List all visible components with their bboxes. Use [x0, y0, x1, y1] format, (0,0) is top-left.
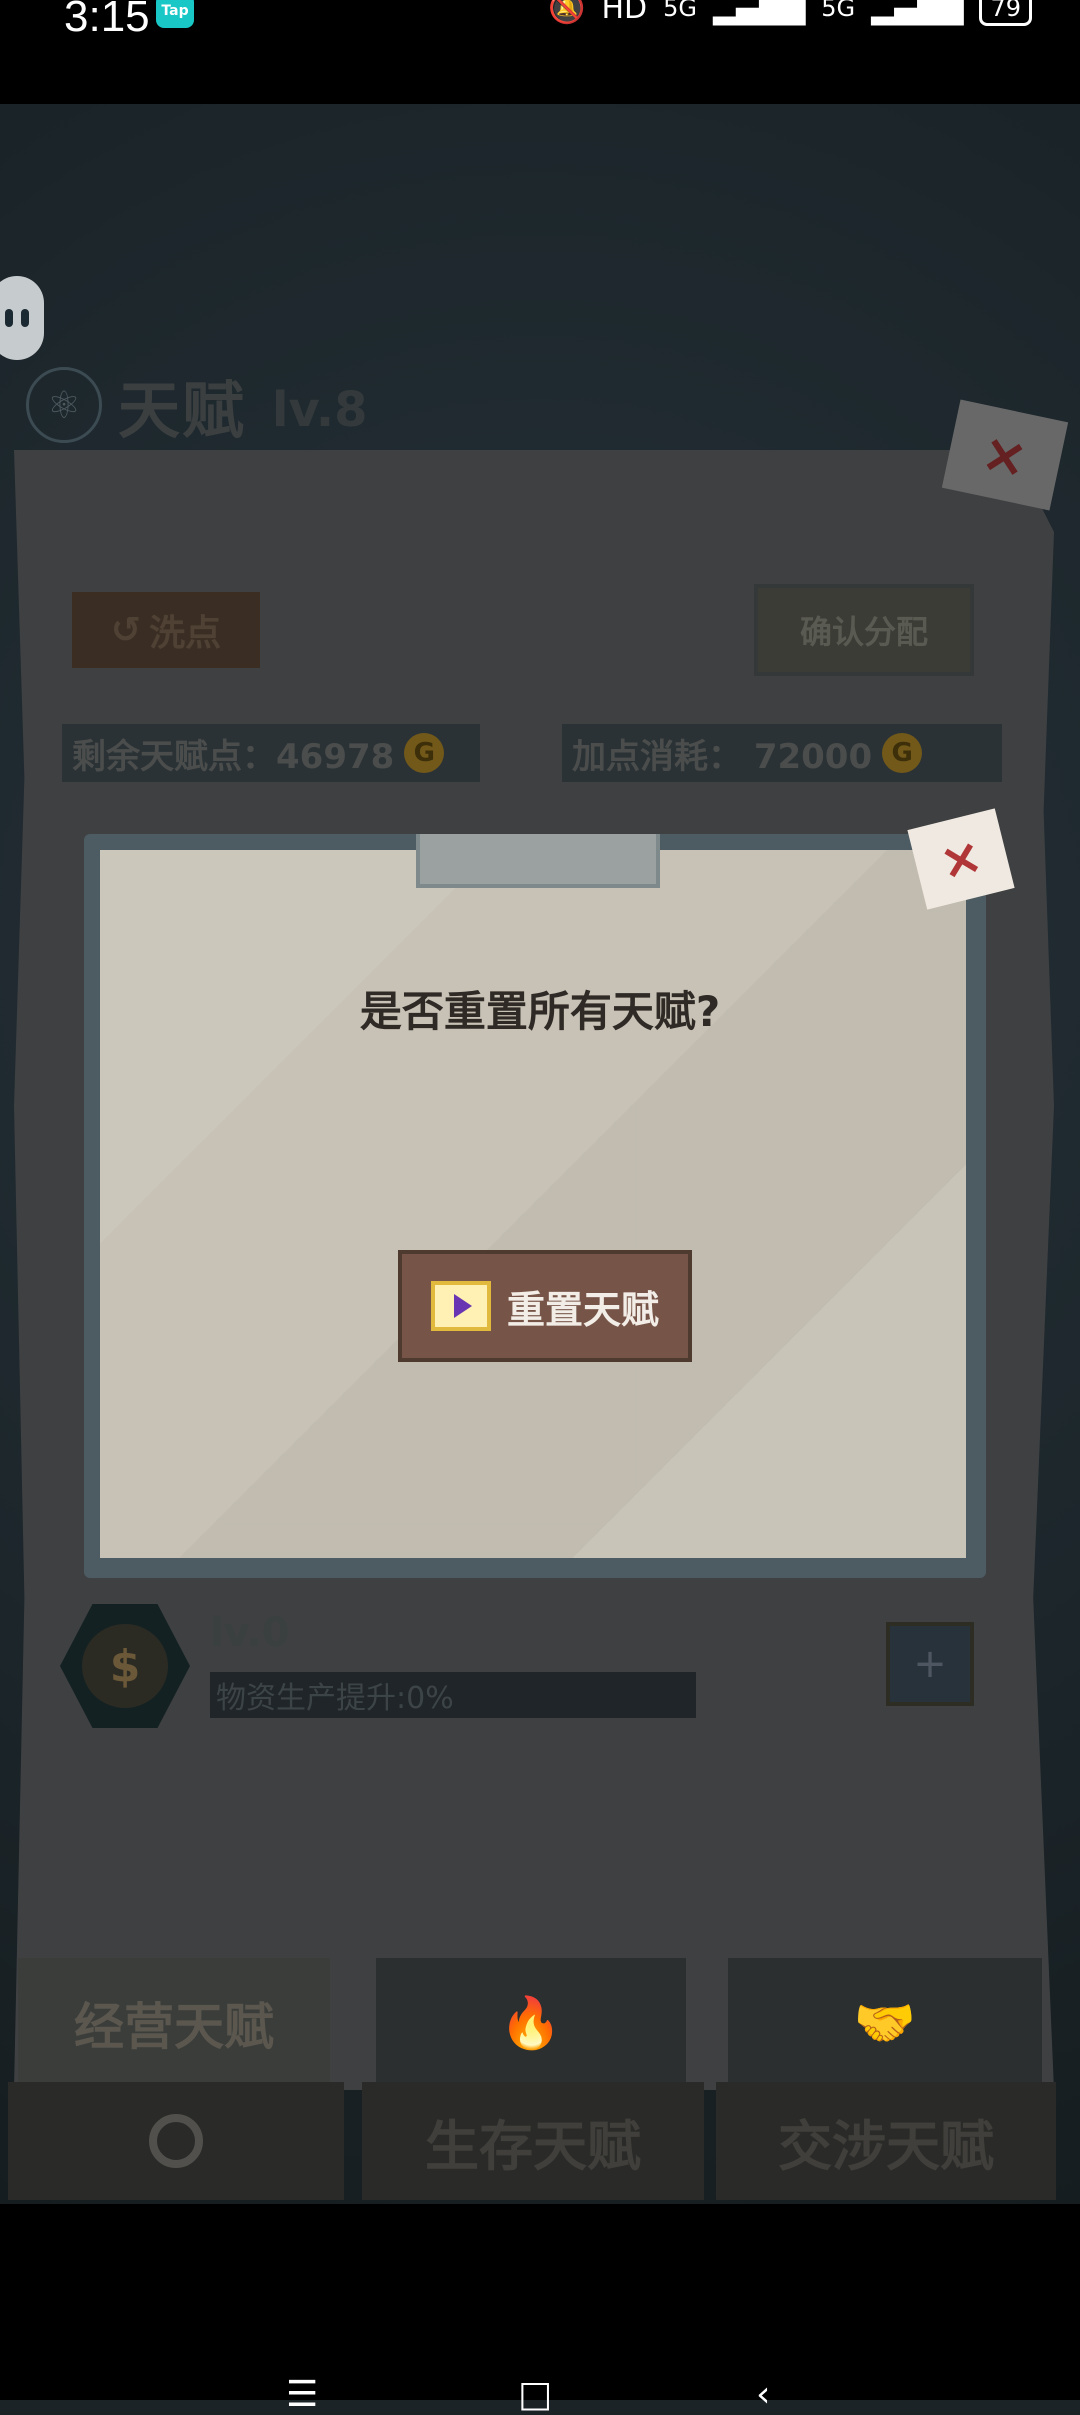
- skill-effect: 物资生产提升:0%: [210, 1672, 696, 1718]
- signal-icon: ▂▄▆█: [871, 0, 964, 26]
- wash-points-button[interactable]: ↺ 洗点: [72, 592, 260, 668]
- tab-negotiation-icon-slot[interactable]: 🤝: [728, 1958, 1042, 2088]
- recent-apps-icon[interactable]: ☰: [286, 2374, 318, 2415]
- reset-talents-button[interactable]: 重置天赋: [398, 1250, 692, 1362]
- remaining-points-text: 剩余天赋点：46978: [72, 736, 395, 777]
- status-time: 3:15: [64, 0, 150, 41]
- handshake-icon: 🤝: [853, 1993, 917, 2052]
- add-point-button[interactable]: +: [886, 1622, 974, 1706]
- system-navigation-bar: [0, 2204, 1080, 2400]
- wash-points-label: 洗点: [149, 613, 222, 654]
- point-cost-bar: 加点消耗： 72000 G: [562, 724, 1002, 782]
- dialog-paper: [100, 850, 966, 1558]
- play-video-icon: [430, 1281, 491, 1331]
- talent-level: lv.8: [272, 382, 368, 438]
- floating-assistant-icon[interactable]: [0, 276, 44, 360]
- reset-question: 是否重置所有天赋?: [359, 987, 721, 1036]
- confirm-allocation-button[interactable]: 确认分配: [754, 584, 974, 676]
- tab-business-talent[interactable]: 经营天赋: [18, 1958, 330, 2088]
- point-cost-text: 加点消耗： 72000: [572, 736, 873, 777]
- mute-icon: 🔕: [548, 0, 586, 26]
- battery-level: 79: [979, 0, 1032, 26]
- tab-negotiation-talent[interactable]: 交涉天赋: [716, 2082, 1056, 2200]
- reset-confirm-dialog: [84, 834, 986, 1578]
- coin-icon: G: [404, 733, 445, 773]
- tab-survival-icon-slot[interactable]: 🔥: [376, 1958, 686, 2088]
- campfire-icon: 🔥: [499, 1993, 563, 2052]
- talent-header: ⚛ 天赋 lv.8: [26, 360, 367, 450]
- skill-hexagon: $: [60, 1604, 190, 1728]
- tab-disc[interactable]: [8, 2082, 344, 2200]
- coin-icon: G: [882, 733, 923, 773]
- atom-icon: ⚛: [26, 367, 102, 443]
- reset-talents-label: 重置天赋: [506, 1287, 659, 1332]
- status-icons: 🔕 HD 5G ▂▄▆█ 5G ▂▄▆█ 79: [548, 0, 1032, 26]
- skill-row: $ lv.0 物资生产提升:0% +: [60, 1604, 990, 1728]
- page-title: 天赋: [118, 374, 247, 447]
- taptap-app-icon: Tap: [156, 0, 194, 28]
- disc-icon: [149, 2114, 203, 2168]
- status-bar: 3:15 Tap 🔕 HD 5G ▂▄▆█ 5G ▂▄▆█ 79: [0, 0, 1080, 104]
- sim2-network: 5G: [821, 0, 856, 22]
- skill-level: lv.0: [210, 1610, 290, 1656]
- sim1-network: 5G: [663, 0, 697, 22]
- signal-icon: ▂▄▆█: [712, 0, 806, 26]
- clipboard-clip: [416, 834, 660, 888]
- remaining-points-bar: 剩余天赋点：46978 G: [62, 724, 480, 782]
- dollar-icon: $: [82, 1624, 168, 1708]
- tab-survival-talent[interactable]: 生存天赋: [362, 2082, 704, 2200]
- back-icon[interactable]: ‹: [756, 2374, 770, 2415]
- home-icon[interactable]: □: [518, 2374, 552, 2415]
- refresh-icon: ↺: [110, 609, 142, 651]
- hd-indicator: HD: [601, 0, 648, 26]
